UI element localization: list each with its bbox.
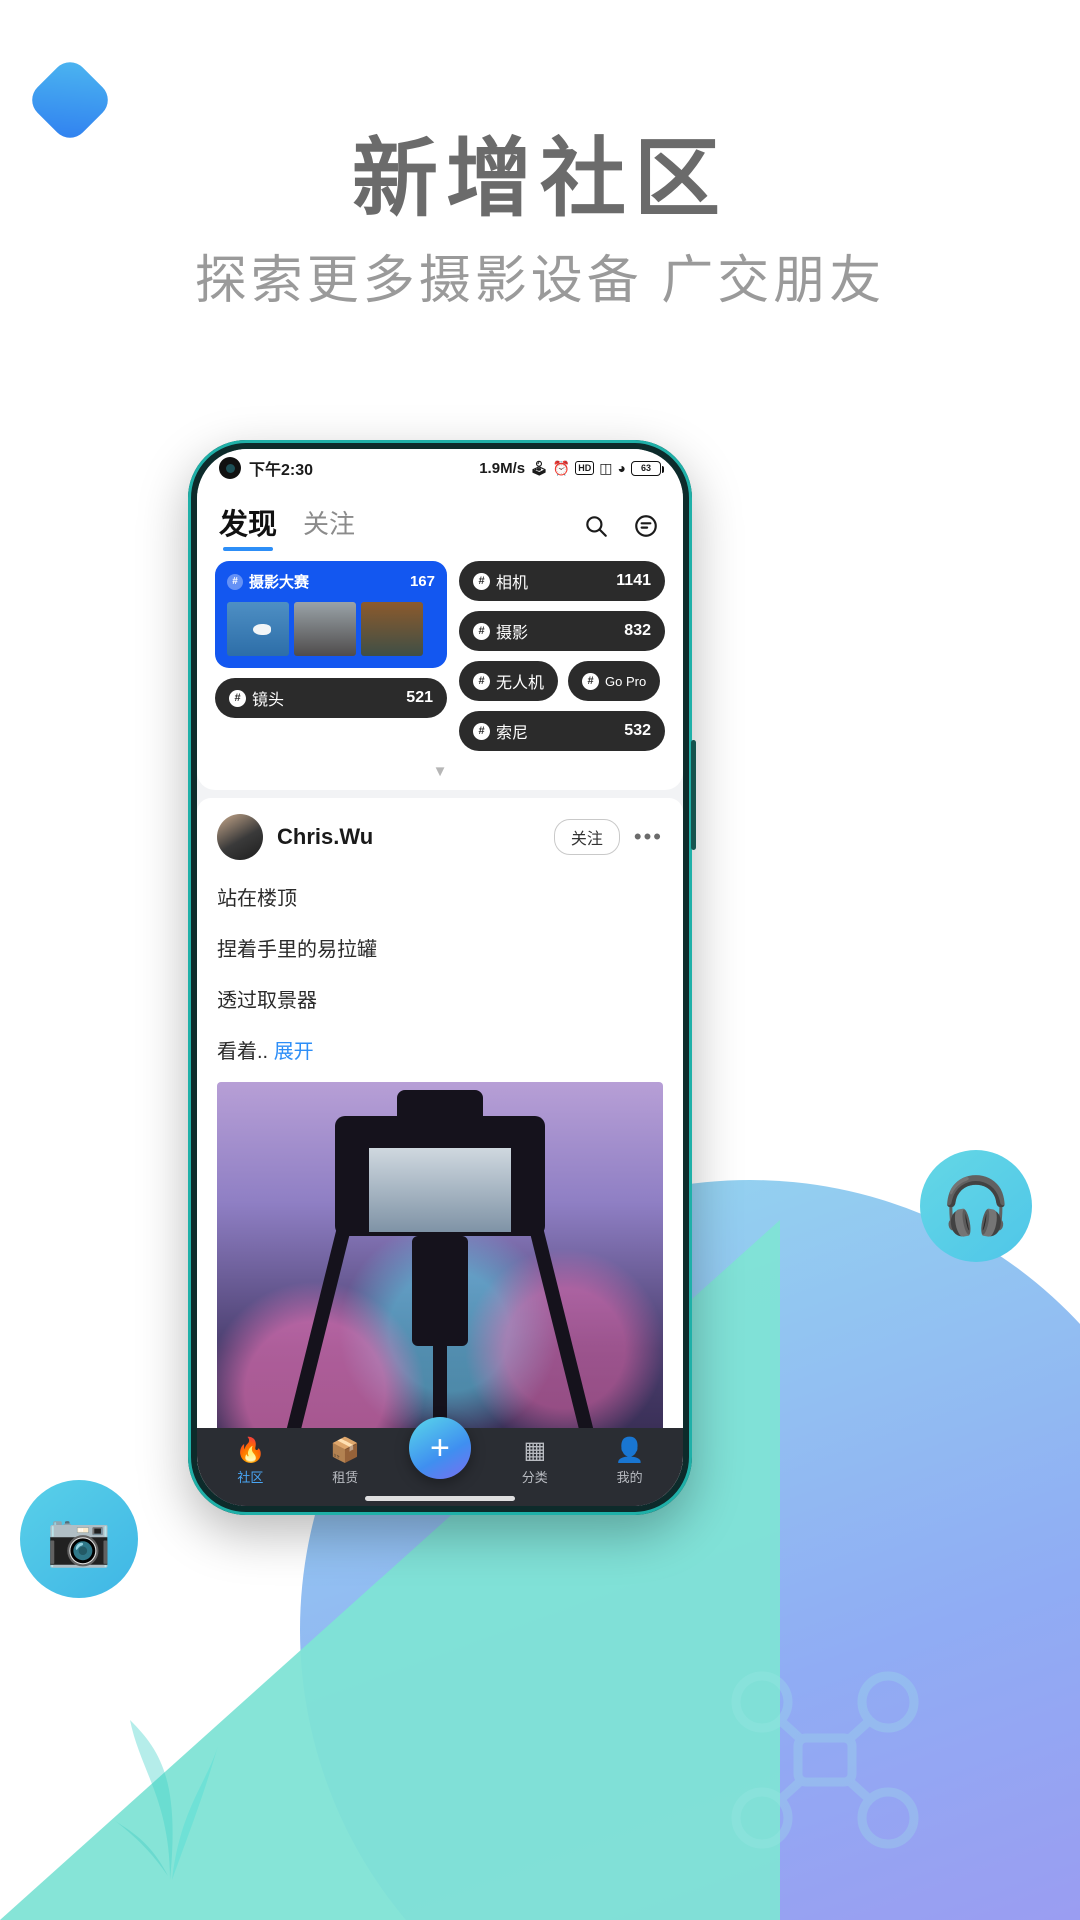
bluetooth-icon: 🕹	[530, 460, 548, 476]
tags-grid: # 摄影大赛 167 # 镜头 521 # 相机 1141 # 摄影 832 #…	[215, 561, 665, 761]
expand-post-link[interactable]: 展开	[274, 1041, 314, 1063]
tag-pill-row: # 无人机 # Go Pro	[459, 661, 665, 711]
tag-pill-sony[interactable]: # 索尼 532	[459, 711, 665, 751]
page-root: 新增社区 探索更多摄影设备 广交朋友 🎧 📷 下午2:30 1.9M/s 🕹 ⏰…	[0, 0, 1080, 1920]
post-text-line: 捏着手里的易拉罐	[217, 939, 377, 961]
tag-pill-lens[interactable]: # 镜头 521	[215, 678, 447, 718]
status-left: 下午2:30	[219, 456, 313, 480]
post-text-line: 站在楼顶	[217, 888, 297, 910]
tag-pill-label: 镜头	[252, 692, 285, 709]
box-icon: 📦	[330, 1436, 361, 1464]
headphone-icon: 🎧	[920, 1150, 1032, 1262]
tag-pill-label: Go Pro	[605, 673, 647, 689]
tag-pill-label: 相机	[496, 575, 529, 592]
tab-discover[interactable]: 发现	[219, 501, 277, 551]
hd-icon: HD	[575, 461, 595, 475]
post-username[interactable]: Chris.Wu	[277, 824, 373, 850]
front-camera-icon	[219, 457, 241, 479]
tripod-head	[412, 1236, 468, 1346]
more-options-icon[interactable]: •••	[634, 824, 663, 850]
tag-pill-drone[interactable]: # 无人机	[459, 661, 559, 701]
tab-following[interactable]: 关注	[303, 504, 355, 549]
person-icon: 👤	[614, 1436, 645, 1464]
message-icon[interactable]	[631, 511, 661, 541]
flame-icon: 🔥	[235, 1436, 266, 1464]
nav-label: 分类	[521, 1469, 548, 1485]
tags-column-right: # 相机 1141 # 摄影 832 # 无人机 # Go Pro # 索尼 5…	[459, 561, 665, 761]
avatar[interactable]	[217, 814, 263, 860]
drone-decoration-icon	[731, 1671, 919, 1849]
post-text-line: 透过取景器	[217, 990, 317, 1012]
wifi-icon: ◕	[617, 460, 626, 476]
tag-pill-gopro[interactable]: # Go Pro	[568, 661, 661, 701]
featured-thumbnails	[227, 602, 435, 656]
tag-pill-count: 521	[406, 689, 433, 706]
nav-item-community[interactable]: 🔥 社区	[203, 1437, 298, 1486]
hash-icon: #	[473, 622, 490, 640]
post-text-truncated: 看着..	[217, 1041, 269, 1063]
featured-tag-count: 167	[409, 573, 435, 590]
hash-icon: #	[473, 722, 490, 740]
status-right: 1.9M/s 🕹 ⏰ HD ◫ ◕ 63	[479, 459, 664, 477]
featured-tag-name: 摄影大赛	[249, 574, 310, 591]
page-subtitle: 探索更多摄影设备 广交朋友	[194, 252, 886, 310]
hash-icon: #	[582, 672, 600, 690]
search-icon[interactable]	[581, 511, 611, 541]
featured-tag-header: # 摄影大赛 167	[227, 571, 435, 592]
thumbnail-image[interactable]	[294, 602, 356, 656]
app-header: 发现 关注	[197, 487, 683, 557]
expand-tags-caret-icon[interactable]: ▼	[215, 761, 665, 780]
featured-tag-card[interactable]: # 摄影大赛 167	[215, 561, 447, 668]
tags-column-left: # 摄影大赛 167 # 镜头 521	[215, 561, 447, 761]
tag-pill-count: 532	[624, 722, 651, 739]
hash-icon: #	[473, 672, 490, 690]
camera-lcd-screen	[365, 1144, 515, 1236]
grid-icon: ▦	[523, 1436, 547, 1464]
signal-icon: ◫	[599, 460, 613, 476]
phone-screen: 下午2:30 1.9M/s 🕹 ⏰ HD ◫ ◕ 63 发现 关注 # 摄影大赛…	[197, 449, 683, 1506]
bottom-navigation: 🔥 社区 📦 租赁 + ▦ 分类 👤 我的	[197, 1417, 683, 1506]
network-speed: 1.9M/s	[479, 459, 526, 477]
hash-icon: #	[229, 689, 246, 707]
thumbnail-image[interactable]	[227, 602, 289, 656]
camera-icon: 📷	[20, 1480, 138, 1598]
nav-item-profile[interactable]: 👤 我的	[582, 1437, 677, 1486]
nav-item-rental[interactable]: 📦 租赁	[298, 1437, 393, 1486]
nav-label: 租赁	[332, 1469, 359, 1485]
status-time: 下午2:30	[249, 462, 314, 479]
phone-power-button[interactable]	[691, 740, 696, 850]
nav-label: 我的	[616, 1469, 643, 1485]
nav-label: 社区	[237, 1469, 264, 1485]
add-post-button[interactable]: +	[408, 1417, 471, 1479]
tag-pill-count: 1141	[616, 572, 651, 589]
leaf-decoration-icon	[114, 1720, 218, 1880]
home-indicator[interactable]	[365, 1496, 515, 1501]
battery-icon: 63	[631, 460, 664, 476]
phone-mockup: 下午2:30 1.9M/s 🕹 ⏰ HD ◫ ◕ 63 发现 关注 # 摄影大赛…	[188, 440, 696, 1515]
tags-card: # 摄影大赛 167 # 镜头 521 # 相机 1141 # 摄影 832 #…	[197, 557, 683, 790]
alarm-icon: ⏰	[552, 460, 571, 476]
hash-icon: #	[473, 572, 490, 590]
tag-pill-count: 832	[624, 622, 651, 639]
page-title: 新增社区	[352, 131, 728, 227]
post-text-last-line: 看着.. 展开	[217, 1035, 663, 1064]
post-header: Chris.Wu 关注 •••	[217, 814, 663, 860]
hash-icon: #	[227, 573, 243, 590]
tag-pill-label: 无人机	[496, 675, 545, 692]
tag-pill-label: 摄影	[496, 625, 529, 642]
post-card: Chris.Wu 关注 ••• 站在楼顶 捏着手里的易拉罐 透过取景器 看着..…	[197, 798, 683, 1506]
status-bar: 下午2:30 1.9M/s 🕹 ⏰ HD ◫ ◕ 63	[197, 449, 683, 487]
tag-pill-camera[interactable]: # 相机 1141	[459, 561, 665, 601]
follow-button[interactable]: 关注	[553, 819, 620, 855]
tag-pill-photography[interactable]: # 摄影 832	[459, 611, 665, 651]
nav-center-slot: +	[393, 1417, 488, 1479]
tag-pill-label: 索尼	[496, 725, 529, 742]
thumbnail-image[interactable]	[361, 602, 423, 656]
header-icons	[581, 511, 661, 541]
nav-item-category[interactable]: ▦ 分类	[487, 1437, 582, 1486]
